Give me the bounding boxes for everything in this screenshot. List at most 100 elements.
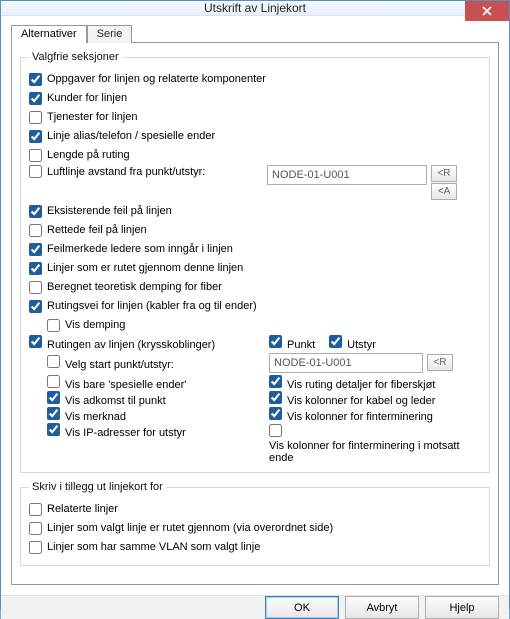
window-title: Utskrift av Linjekort [1, 1, 509, 15]
dialog-window: Utskrift av Linjekort Alternativer Serie… [0, 0, 510, 609]
chk-vis-adkomst[interactable]: Vis adkomst til punkt [47, 391, 166, 407]
chk-velg-start[interactable]: Velg start punkt/utstyr: [47, 355, 174, 371]
chk-vis-bare-input[interactable] [47, 375, 60, 388]
chk-alias[interactable]: Linje alias/telefon / spesielle ender [29, 130, 215, 143]
chk-vis-ruting-detaljer[interactable]: Vis ruting detaljer for fiberskjøt [269, 375, 435, 391]
chk-velg-start-input[interactable] [47, 355, 60, 368]
tab-alternativer[interactable]: Alternativer [11, 25, 87, 43]
chk-vis-demping[interactable]: Vis demping [47, 319, 125, 332]
chk-tjenester-input[interactable] [29, 111, 42, 124]
chk-linjer-via-input[interactable] [29, 522, 42, 535]
dialog-body: Alternativer Serie Valgfrie seksjoner Op… [1, 16, 509, 595]
chk-feilmerkede-label: Feilmerkede ledere som inngår i linjen [47, 243, 233, 255]
chk-vis-merknad-label: Vis merknad [65, 411, 126, 423]
chk-linjer-rutet-input[interactable] [29, 262, 42, 275]
chk-tjenester-label: Tjenester for linjen [47, 111, 138, 123]
chk-utstyr-input[interactable] [329, 335, 342, 348]
titlebar: Utskrift av Linjekort [1, 1, 509, 16]
chk-vis-kolonner-fint[interactable]: Vis kolonner for finterminering [269, 407, 433, 423]
chk-rutingen-input[interactable] [29, 335, 42, 348]
chk-eksisterende-input[interactable] [29, 205, 42, 218]
chk-vis-bare-label: Vis bare 'spesielle ender' [65, 379, 186, 391]
chk-kunder-input[interactable] [29, 92, 42, 105]
cancel-button[interactable]: Avbryt [345, 596, 419, 619]
chk-alias-input[interactable] [29, 130, 42, 143]
tab-strip: Alternativer Serie [11, 24, 499, 42]
chk-rutingsvei[interactable]: Rutingsvei for linjen (kabler fra og til… [29, 300, 257, 313]
chk-punkt[interactable]: Punkt [269, 335, 315, 351]
chk-oppgaver-input[interactable] [29, 73, 42, 86]
chk-vis-merknad[interactable]: Vis merknad [47, 407, 126, 423]
chk-vis-ruting-detaljer-input[interactable] [269, 375, 282, 388]
chk-vis-kolonner-kabel[interactable]: Vis kolonner for kabel og leder [269, 391, 435, 407]
chk-vis-ip[interactable]: Vis IP-adresser for utstyr [47, 423, 186, 439]
chk-relaterte-label: Relaterte linjer [47, 503, 118, 515]
input-node-a[interactable] [267, 165, 427, 185]
chk-luftlinje-input[interactable] [29, 165, 42, 178]
chk-vis-ruting-detaljer-label: Vis ruting detaljer for fiberskjøt [287, 379, 435, 391]
group-valgfrie-seksjoner: Valgfrie seksjoner Oppgaver for linjen o… [20, 51, 490, 473]
chk-vis-kolonner-kabel-input[interactable] [269, 391, 282, 404]
chk-vis-kolonner-fint-motsatt-input[interactable] [269, 424, 282, 437]
chk-lengde[interactable]: Lengde på ruting [29, 149, 130, 162]
chk-punkt-label: Punkt [287, 339, 315, 351]
chk-eksisterende-label: Eksisterende feil på linjen [47, 205, 172, 217]
chk-relaterte-input[interactable] [29, 503, 42, 516]
chk-oppgaver[interactable]: Oppgaver for linjen og relaterte kompone… [29, 73, 266, 86]
chk-linjer-vlan-label: Linjer som har samme VLAN som valgt linj… [47, 541, 260, 553]
chk-vis-ip-label: Vis IP-adresser for utstyr [65, 427, 186, 439]
chk-luftlinje[interactable]: Luftlinje avstand fra punkt/utstyr: [29, 165, 205, 178]
group-skriv-i-tillegg: Skriv i tillegg ut linjekort for Relater… [20, 481, 490, 566]
btn-r-top[interactable]: <R [431, 165, 457, 182]
chk-alias-label: Linje alias/telefon / spesielle ender [47, 130, 215, 142]
chk-kunder[interactable]: Kunder for linjen [29, 92, 127, 105]
btn-a-top[interactable]: <A [431, 183, 457, 200]
chk-linjer-rutet-label: Linjer som er rutet gjennom denne linjen [47, 262, 243, 274]
chk-beregnet-input[interactable] [29, 281, 42, 294]
chk-feilmerkede[interactable]: Feilmerkede ledere som inngår i linjen [29, 243, 233, 256]
chk-beregnet-label: Beregnet teoretisk demping for fiber [47, 281, 222, 293]
chk-utstyr[interactable]: Utstyr [329, 335, 376, 351]
chk-linjer-via[interactable]: Linjer som valgt linje er rutet gjennom … [29, 522, 333, 535]
help-button[interactable]: Hjelp [425, 596, 499, 619]
btn-r-bottom[interactable]: <R [427, 354, 453, 371]
chk-linjer-vlan[interactable]: Linjer som har samme VLAN som valgt linj… [29, 541, 260, 554]
chk-relaterte[interactable]: Relaterte linjer [29, 503, 118, 516]
chk-rettede-input[interactable] [29, 224, 42, 237]
chk-rettede-label: Rettede feil på linjen [47, 224, 147, 236]
chk-eksisterende[interactable]: Eksisterende feil på linjen [29, 205, 172, 218]
input-node-b[interactable] [269, 353, 423, 373]
chk-vis-kolonner-fint-input[interactable] [269, 407, 282, 420]
group-legend-tillegg: Skriv i tillegg ut linjekort for [29, 481, 166, 493]
chk-rutingsvei-input[interactable] [29, 300, 42, 313]
chk-vis-bare[interactable]: Vis bare 'spesielle ender' [47, 375, 186, 391]
chk-tjenester[interactable]: Tjenester for linjen [29, 111, 138, 124]
group-legend-valgfrie: Valgfrie seksjoner [29, 51, 122, 63]
chk-vis-merknad-input[interactable] [47, 407, 60, 420]
chk-vis-ip-input[interactable] [47, 423, 60, 436]
chk-punkt-input[interactable] [269, 335, 282, 348]
chk-lengde-label: Lengde på ruting [47, 149, 130, 161]
chk-lengde-input[interactable] [29, 149, 42, 162]
close-button[interactable] [465, 1, 509, 21]
chk-linjer-via-label: Linjer som valgt linje er rutet gjennom … [47, 522, 333, 534]
tab-panel-alternativer: Valgfrie seksjoner Oppgaver for linjen o… [11, 42, 499, 585]
chk-vis-demping-input[interactable] [47, 319, 60, 332]
chk-rutingen-label: Rutingen av linjen (krysskoblinger) [47, 339, 215, 351]
chk-vis-adkomst-input[interactable] [47, 391, 60, 404]
chk-linjer-rutet[interactable]: Linjer som er rutet gjennom denne linjen [29, 262, 243, 275]
chk-rettede[interactable]: Rettede feil på linjen [29, 224, 147, 237]
ok-button[interactable]: OK [265, 596, 339, 619]
chk-linjer-vlan-input[interactable] [29, 541, 42, 554]
chk-rutingen[interactable]: Rutingen av linjen (krysskoblinger) [29, 335, 215, 351]
chk-beregnet[interactable]: Beregnet teoretisk demping for fiber [29, 281, 222, 294]
chk-luftlinje-label: Luftlinje avstand fra punkt/utstyr: [47, 166, 205, 178]
chk-vis-adkomst-label: Vis adkomst til punkt [65, 395, 166, 407]
chk-kunder-label: Kunder for linjen [47, 92, 127, 104]
chk-vis-kolonner-fint-motsatt[interactable]: Vis kolonner for finterminering i motsat… [269, 423, 481, 464]
chk-vis-kolonner-fint-motsatt-label: Vis kolonner for finterminering i motsat… [269, 440, 469, 464]
chk-feilmerkede-input[interactable] [29, 243, 42, 256]
tab-serie[interactable]: Serie [87, 25, 133, 43]
chk-rutingsvei-label: Rutingsvei for linjen (kabler fra og til… [47, 300, 257, 312]
dialog-footer: OK Avbryt Hjelp [1, 595, 509, 619]
